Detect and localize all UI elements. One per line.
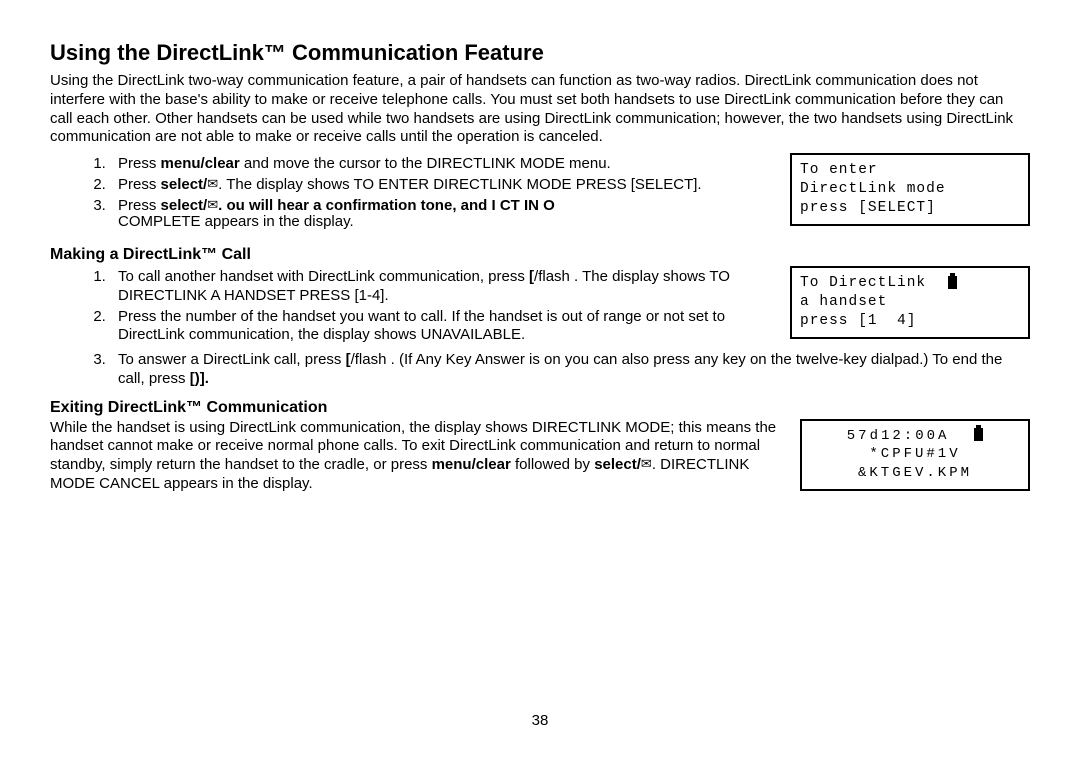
- envelope-icon: ✉: [641, 456, 652, 472]
- make-step-2: Press the number of the handset you want…: [110, 308, 776, 346]
- lcd-screen-call: To DirectLink a handset press [1 4]: [790, 266, 1030, 339]
- making-call-heading: Making a DirectLink™ Call: [50, 246, 1030, 264]
- setup-steps-list: Press menu/clear and move the cursor to …: [50, 155, 776, 232]
- exiting-heading: Exiting DirectLink™ Communication: [50, 399, 1030, 417]
- setup-step-1: Press menu/clear and move the cursor to …: [110, 155, 776, 174]
- make-step-3: To answer a DirectLink call, press [/fla…: [110, 351, 1030, 389]
- battery-icon: [948, 276, 957, 289]
- page-title: Using the DirectLink™ Communication Feat…: [50, 40, 1030, 66]
- intro-paragraph: Using the DirectLink two-way communicati…: [50, 72, 1030, 147]
- lcd-screen-mode: 57d12:00A *CPFU#1V &KTGEV.KPM: [800, 419, 1030, 492]
- exiting-paragraph: While the handset is using DirectLink co…: [50, 419, 786, 494]
- setup-step-2: Press select/✉. The display shows TO ENT…: [110, 176, 776, 195]
- lcd-screen-enter: To enter DirectLink mode press [SELECT]: [790, 153, 1030, 226]
- page-number: 38: [0, 712, 1080, 729]
- making-call-list: To call another handset with DirectLink …: [50, 268, 776, 345]
- envelope-icon: ✉: [207, 197, 218, 213]
- making-call-list-cont: To answer a DirectLink call, press [/fla…: [50, 351, 1030, 389]
- battery-icon: [974, 428, 983, 441]
- envelope-icon: ✉: [207, 176, 218, 192]
- setup-step-3: Press select/✉. ou will hear a confirmat…: [110, 197, 776, 233]
- make-step-1: To call another handset with DirectLink …: [110, 268, 776, 306]
